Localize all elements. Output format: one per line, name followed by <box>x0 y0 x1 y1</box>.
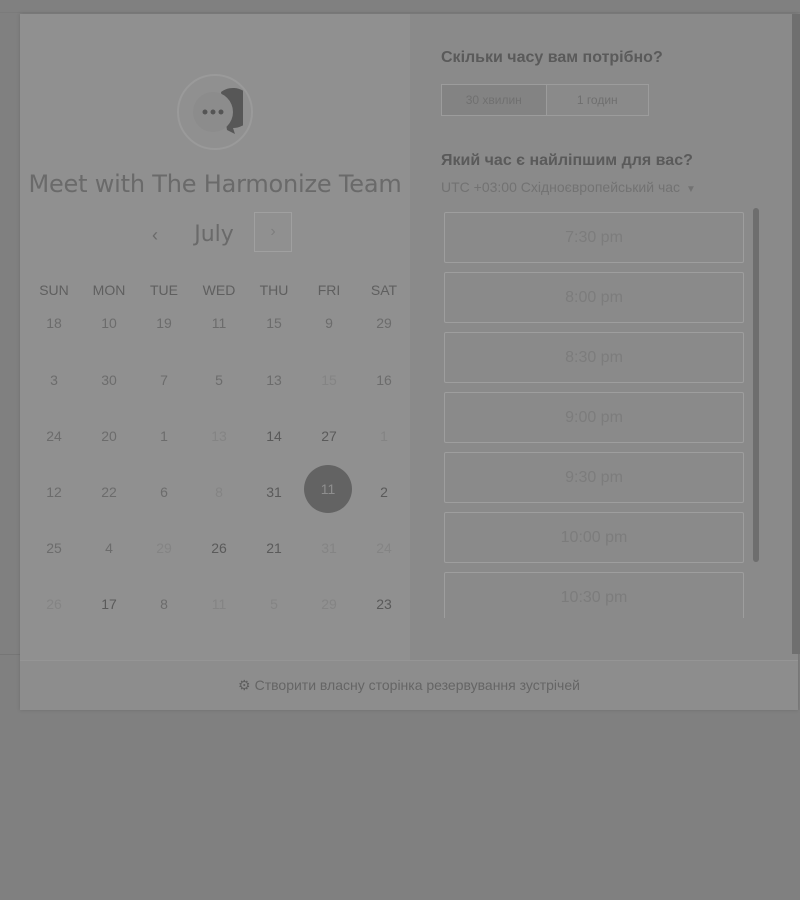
prev-month-button[interactable]: ‹ <box>144 220 166 250</box>
duration-option-30min[interactable]: 30 хвилин <box>442 85 547 115</box>
weekday-label: WED <box>202 282 236 298</box>
calendar-day[interactable]: 10 <box>81 308 137 338</box>
calendar-panel: Meet with The Harmonize Team ‹ July › SU… <box>20 14 410 660</box>
footer-link[interactable]: ⚙ Створити власну сторінка резервування з… <box>20 660 798 710</box>
sprocket-icon: ⚙ <box>238 677 251 693</box>
calendar-day[interactable]: 25 <box>26 533 82 563</box>
calendar-day[interactable]: 20 <box>81 421 137 451</box>
calendar-day[interactable]: 26 <box>191 533 247 563</box>
weekday-header: SUN MON TUE WED THU FRI SAT <box>26 282 410 302</box>
time-slot[interactable]: 8:30 pm <box>444 332 744 383</box>
page-divider <box>0 12 800 13</box>
weekday-label: SAT <box>370 282 398 298</box>
calendar-day-disabled: 29 <box>321 596 337 612</box>
calendar-day-selected[interactable]: 11 <box>304 465 352 513</box>
calendar-day[interactable]: 9 <box>301 308 357 338</box>
time-slot[interactable]: 9:30 pm <box>444 452 744 503</box>
calendar-day[interactable]: 29 <box>356 308 412 338</box>
caret-down-icon: ▼ <box>686 184 696 195</box>
calendar-day[interactable]: 27 <box>301 421 357 451</box>
weekday-label: FRI <box>317 282 341 298</box>
calendar-day[interactable]: 22 <box>81 477 137 507</box>
page-divider-bottom <box>0 654 20 655</box>
calendar-day[interactable]: 14 <box>246 421 302 451</box>
calendar-day-disabled: 15 <box>321 372 337 388</box>
calendar-day[interactable]: 8 <box>136 589 192 619</box>
calendar-day[interactable]: 31 <box>246 477 302 507</box>
calendar-day[interactable]: 13 <box>246 365 302 395</box>
calendar-day[interactable]: 23 <box>356 589 412 619</box>
chevron-left-icon: ‹ <box>152 225 158 245</box>
time-panel: Скільки часу вам потрібно? 30 хвилин 1 г… <box>410 14 798 660</box>
calendar-day[interactable]: 11 <box>191 308 247 338</box>
duration-toggle: 30 хвилин 1 годин <box>441 84 649 116</box>
time-slot-list: 7:30 pm 8:00 pm 8:30 pm 9:00 pm 9:30 pm … <box>444 212 746 618</box>
time-slot[interactable]: 7:30 pm <box>444 212 744 263</box>
calendar-day[interactable]: 18 <box>26 308 82 338</box>
weekday-label: SUN <box>39 282 69 298</box>
time-question: Який час є найліпшим для вас? <box>441 152 693 169</box>
footer-text: Створити власну сторінка резервування зу… <box>254 677 580 693</box>
calendar-day[interactable]: 15 <box>246 308 302 338</box>
calendar-day-disabled: 11 <box>211 596 227 612</box>
time-slot[interactable]: 10:00 pm <box>444 512 744 563</box>
month-label: July <box>194 222 234 247</box>
time-slot-scrollbar[interactable] <box>753 208 759 562</box>
weekday-label: THU <box>259 282 289 298</box>
calendar-day[interactable]: 7 <box>136 365 192 395</box>
duration-question: Скільки часу вам потрібно? <box>441 49 663 66</box>
calendar-day-disabled: 5 <box>270 596 278 612</box>
chat-bubble-icon <box>193 88 243 134</box>
calendar-day-disabled: 31 <box>321 540 337 556</box>
calendar-day[interactable]: 17 <box>81 589 137 619</box>
time-slot[interactable]: 8:00 pm <box>444 272 744 323</box>
calendar-day[interactable]: 5 <box>191 365 247 395</box>
calendar-day[interactable]: 3 <box>26 365 82 395</box>
duration-option-1hour[interactable]: 1 годин <box>547 85 649 115</box>
calendar-day[interactable]: 16 <box>356 365 412 395</box>
calendar-day[interactable]: 4 <box>81 533 137 563</box>
calendar-day-disabled: 1 <box>380 428 388 444</box>
calendar-day-disabled: 26 <box>46 596 62 612</box>
calendar-day-disabled: 24 <box>376 540 392 556</box>
calendar-day[interactable]: 6 <box>136 477 192 507</box>
calendar-day[interactable]: 1 <box>136 421 192 451</box>
weekday-label: TUE <box>150 282 178 298</box>
calendar-day[interactable]: 30 <box>81 365 137 395</box>
calendar-day[interactable]: 2 <box>356 477 412 507</box>
team-avatar <box>177 74 253 150</box>
chevron-right-icon: › <box>270 223 276 240</box>
weekday-label: MON <box>92 282 126 298</box>
meetings-modal: Meet with The Harmonize Team ‹ July › SU… <box>20 14 798 710</box>
calendar-day-disabled: 8 <box>215 484 223 500</box>
timezone-dropdown[interactable]: UTC +03:00 Східноєвропейський час ▼ <box>441 179 696 195</box>
time-slot[interactable]: 10:30 pm <box>444 572 744 618</box>
calendar-day-disabled: 29 <box>156 540 172 556</box>
time-slot[interactable]: 9:00 pm <box>444 392 744 443</box>
page-scrollbar[interactable] <box>792 14 800 654</box>
timezone-label: UTC +03:00 Східноєвропейський час <box>441 179 681 195</box>
calendar-day[interactable]: 24 <box>26 421 82 451</box>
calendar-day-disabled: 13 <box>211 428 227 444</box>
next-month-button[interactable]: › <box>254 212 292 252</box>
calendar-day[interactable]: 19 <box>136 308 192 338</box>
calendar-day[interactable]: 21 <box>246 533 302 563</box>
meeting-title: Meet with The Harmonize Team <box>28 170 402 198</box>
calendar-day[interactable]: 12 <box>26 477 82 507</box>
